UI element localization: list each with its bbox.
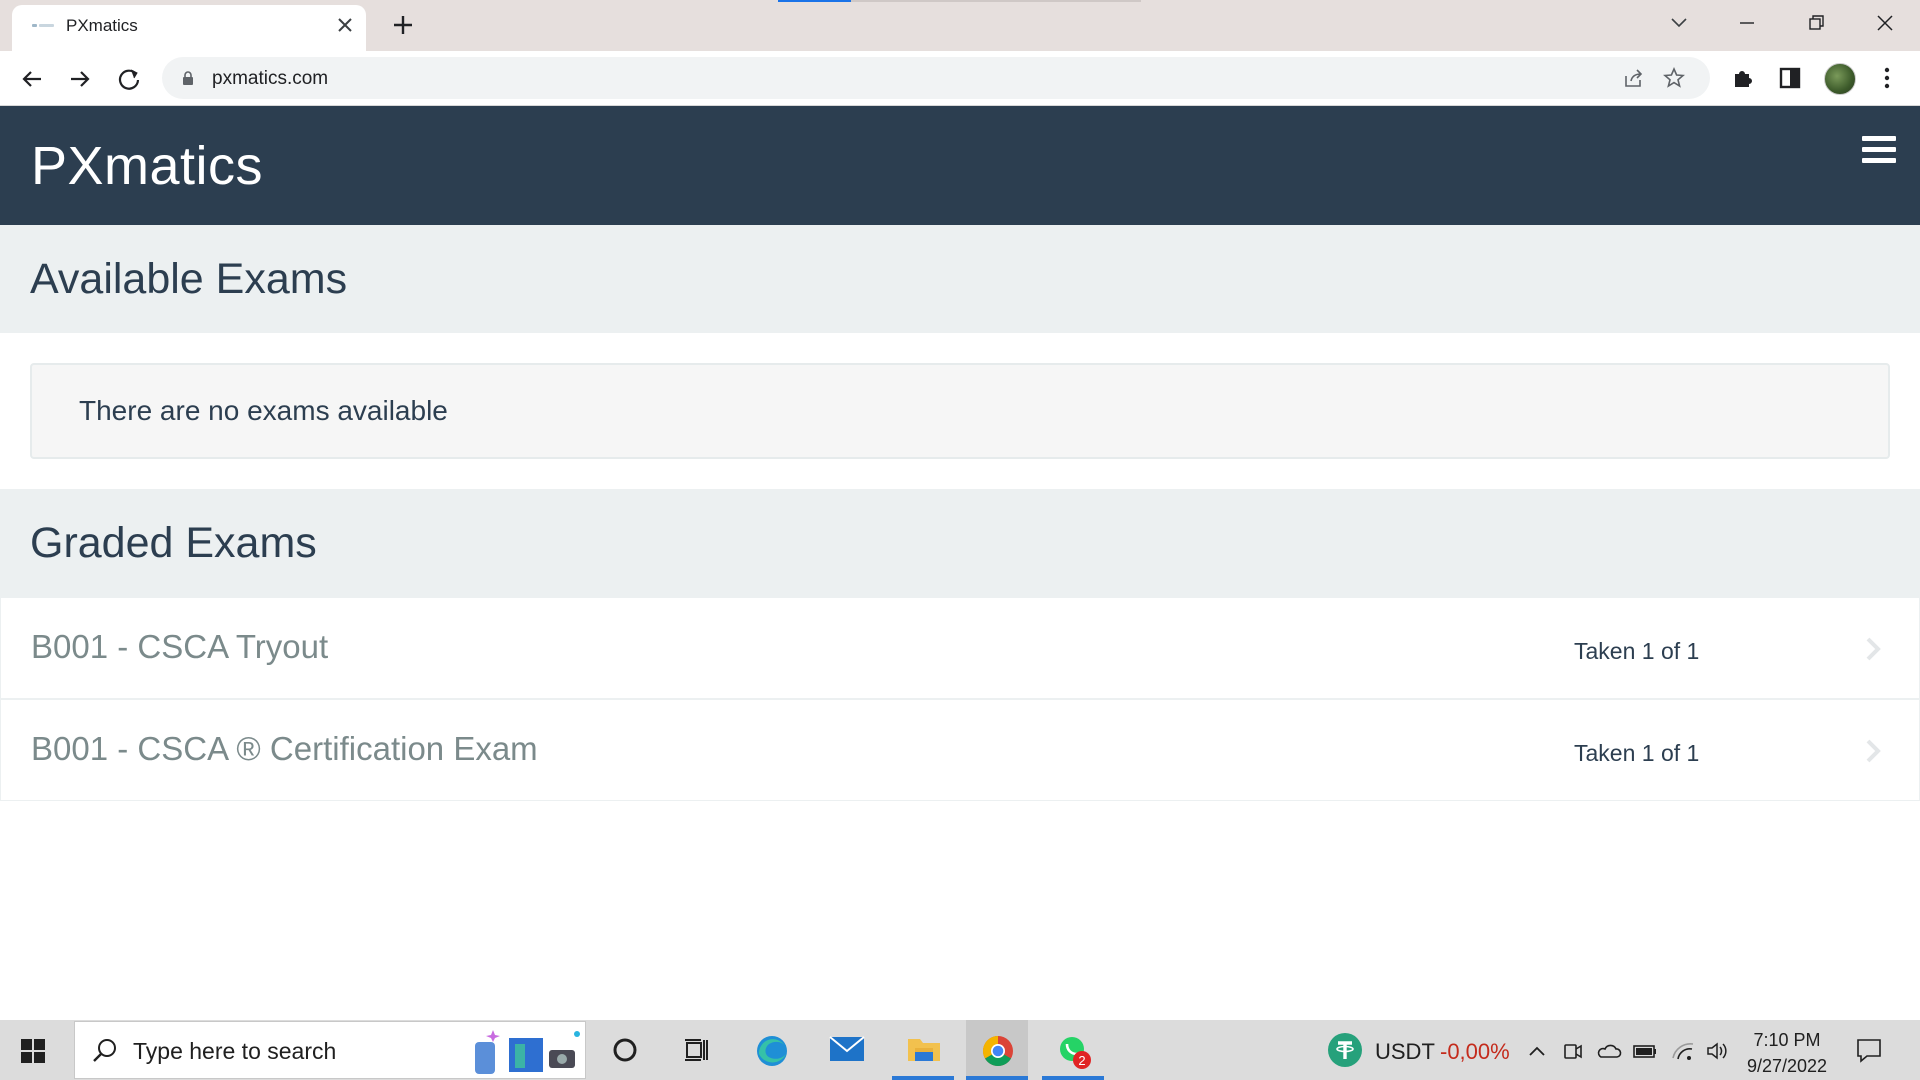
mail-icon — [829, 1036, 865, 1061]
active-indicator — [1042, 1076, 1104, 1080]
favicon-icon — [32, 22, 54, 30]
available-exams-header: Available Exams — [0, 225, 1920, 333]
tab-search-icon[interactable] — [1656, 8, 1702, 38]
empty-message: There are no exams available — [79, 395, 448, 426]
reload-icon[interactable] — [114, 64, 144, 94]
task-view-icon — [685, 1039, 708, 1061]
search-icon — [93, 1039, 116, 1062]
search-highlight-icon — [475, 1030, 580, 1074]
new-tab-icon[interactable] — [390, 12, 416, 38]
share-icon[interactable] — [1622, 66, 1646, 90]
chevron-up-icon[interactable] — [1524, 1038, 1550, 1064]
menu-kebab-icon[interactable] — [1874, 65, 1900, 91]
minimize-icon[interactable] — [1724, 8, 1770, 38]
tab-loading-track — [851, 0, 1141, 2]
exam-name: B001 - CSCA ® Certification Exam — [31, 730, 538, 767]
graded-exam-row[interactable]: B001 - CSCA ® Certification Exam Taken 1… — [0, 699, 1920, 801]
whatsapp-button[interactable]: 2 — [1042, 1020, 1104, 1080]
hamburger-menu-icon[interactable] — [1862, 136, 1896, 166]
browser-tab[interactable]: PXmatics — [12, 5, 366, 51]
lock-icon[interactable] — [182, 70, 194, 86]
extensions-icon[interactable] — [1730, 65, 1756, 91]
restore-icon[interactable] — [1793, 8, 1839, 38]
volume-icon[interactable] — [1704, 1038, 1730, 1064]
mail-button[interactable] — [814, 1020, 876, 1080]
chevron-right-icon — [1866, 637, 1881, 661]
brand-logo[interactable]: PXmatics — [31, 135, 263, 197]
wifi-icon[interactable] — [1670, 1038, 1696, 1064]
onedrive-icon[interactable] — [1596, 1038, 1622, 1064]
chevron-right-icon — [1866, 739, 1881, 763]
notification-center-icon[interactable] — [1855, 1037, 1883, 1063]
profile-avatar[interactable] — [1824, 63, 1856, 95]
file-explorer-icon — [908, 1039, 940, 1061]
edge-icon — [757, 1036, 787, 1066]
address-bar[interactable]: pxmatics.com — [162, 57, 1710, 99]
browser-tab-strip: PXmatics — [0, 0, 1920, 51]
section-title: Available Exams — [30, 255, 348, 303]
close-window-icon[interactable] — [1862, 8, 1908, 38]
back-icon[interactable] — [17, 64, 47, 94]
tab-title: PXmatics — [66, 16, 138, 35]
windows-taskbar: Type here to search 2 USDT -0,00% 7:10 P… — [0, 1020, 1920, 1080]
active-indicator — [892, 1076, 954, 1080]
meet-now-icon[interactable] — [1560, 1038, 1586, 1064]
graded-exam-row[interactable]: B001 - CSCA Tryout Taken 1 of 1 — [0, 597, 1920, 699]
ticker-label[interactable]: USDT — [1375, 1039, 1435, 1065]
forward-icon[interactable] — [65, 64, 95, 94]
chrome-icon — [982, 1036, 1013, 1067]
cortana-icon — [613, 1038, 637, 1062]
system-clock[interactable]: 7:10 PM 9/27/2022 — [1744, 1027, 1830, 1079]
browser-toolbar: pxmatics.com — [0, 51, 1920, 106]
side-panel-icon[interactable] — [1777, 65, 1803, 91]
windows-start-icon[interactable] — [20, 1038, 46, 1064]
no-exams-alert: There are no exams available — [30, 363, 1890, 459]
search-placeholder: Type here to search — [133, 1038, 337, 1064]
graded-exams-header: Graded Exams — [0, 489, 1920, 597]
file-explorer-button[interactable] — [892, 1020, 954, 1080]
chrome-button[interactable] — [966, 1020, 1028, 1080]
whatsapp-badge: 2 — [1078, 1053, 1085, 1068]
section-title: Graded Exams — [30, 519, 317, 567]
ticker-change[interactable]: -0,00% — [1440, 1039, 1510, 1065]
exam-name: B001 - CSCA Tryout — [31, 628, 329, 665]
exam-attempts: Taken 1 of 1 — [1574, 740, 1700, 766]
bookmark-star-icon[interactable] — [1662, 66, 1686, 90]
cortana-button[interactable] — [594, 1020, 656, 1080]
tether-icon[interactable] — [1328, 1033, 1362, 1067]
clock-time: 7:10 PM — [1753, 1030, 1821, 1050]
exam-attempts: Taken 1 of 1 — [1574, 638, 1700, 664]
close-tab-icon[interactable] — [334, 14, 356, 36]
tab-loading-indicator — [778, 0, 851, 2]
app-navbar: PXmatics — [0, 106, 1920, 225]
battery-icon[interactable] — [1632, 1038, 1658, 1064]
task-view-button[interactable] — [666, 1020, 728, 1080]
whatsapp-icon: 2 — [1060, 1037, 1091, 1069]
taskbar-search-box[interactable]: Type here to search — [74, 1021, 586, 1079]
url-text[interactable]: pxmatics.com — [212, 68, 328, 90]
active-indicator — [966, 1076, 1028, 1080]
clock-date: 9/27/2022 — [1746, 1056, 1828, 1076]
edge-button[interactable] — [740, 1020, 802, 1080]
